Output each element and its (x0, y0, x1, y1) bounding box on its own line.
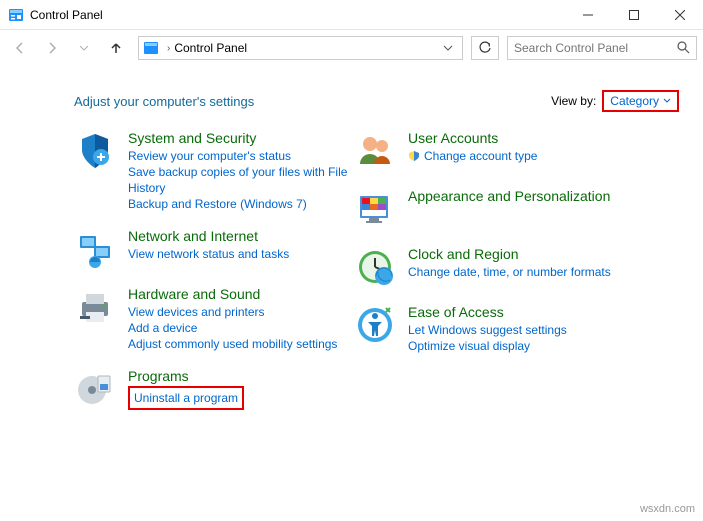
breadcrumb[interactable]: Control Panel (174, 41, 438, 55)
printer-icon (74, 286, 116, 328)
search-box[interactable] (507, 36, 697, 60)
content-header: Adjust your computer's settings View by:… (0, 90, 703, 112)
user-accounts-icon (354, 130, 396, 172)
category-link[interactable]: Review your computer's status (128, 148, 354, 164)
category-link[interactable]: Backup and Restore (Windows 7) (128, 196, 354, 212)
viewby-wrap: View by: Category (551, 90, 679, 112)
titlebar: Control Panel (0, 0, 703, 30)
address-bar[interactable]: › Control Panel (138, 36, 463, 60)
address-dropdown-icon[interactable] (438, 43, 458, 53)
maximize-button[interactable] (611, 0, 657, 30)
viewby-value: Category (610, 94, 659, 108)
appearance-icon (354, 188, 396, 230)
recent-button[interactable] (70, 34, 98, 62)
category-title[interactable]: Appearance and Personalization (408, 188, 634, 204)
highlighted-link: Uninstall a program (128, 386, 244, 410)
window-title: Control Panel (30, 8, 565, 22)
viewby-dropdown[interactable]: Category (602, 90, 679, 112)
category-link[interactable]: Change account type (424, 148, 537, 164)
category-ease-access: Ease of Access Let Windows suggest setti… (354, 304, 634, 354)
category-link[interactable]: Adjust commonly used mobility settings (128, 336, 354, 352)
category-link[interactable]: View network status and tasks (128, 246, 354, 262)
category-link[interactable]: Change date, time, or number formats (408, 264, 634, 280)
category-title[interactable]: Network and Internet (128, 228, 354, 244)
category-network: Network and Internet View network status… (74, 228, 354, 270)
category-link[interactable]: Optimize visual display (408, 338, 634, 354)
window-controls (565, 0, 703, 30)
up-button[interactable] (102, 34, 130, 62)
programs-icon (74, 368, 116, 410)
category-title[interactable]: Programs (128, 368, 354, 384)
category-user-accounts: User Accounts Change account type (354, 130, 634, 172)
ease-access-icon (354, 304, 396, 346)
breadcrumb-chevron-icon: › (167, 43, 170, 54)
back-button[interactable] (6, 34, 34, 62)
category-clock-region: Clock and Region Change date, time, or n… (354, 246, 634, 288)
forward-button[interactable] (38, 34, 66, 62)
watermark: wsxdn.com (640, 503, 695, 515)
category-appearance: Appearance and Personalization (354, 188, 634, 230)
category-system-security: System and Security Review your computer… (74, 130, 354, 212)
category-link[interactable]: View devices and printers (128, 304, 354, 320)
refresh-button[interactable] (471, 36, 499, 60)
category-title[interactable]: Ease of Access (408, 304, 634, 320)
search-input[interactable] (514, 41, 676, 55)
viewby-label: View by: (551, 94, 596, 108)
category-link[interactable]: Let Windows suggest settings (408, 322, 634, 338)
category-title[interactable]: User Accounts (408, 130, 634, 146)
navigation-bar: › Control Panel (0, 30, 703, 66)
category-link[interactable]: Add a device (128, 320, 354, 336)
category-hardware: Hardware and Sound View devices and prin… (74, 286, 354, 352)
clock-icon (354, 246, 396, 288)
shield-icon (74, 130, 116, 172)
minimize-button[interactable] (565, 0, 611, 30)
address-icon (143, 40, 159, 56)
category-programs: Programs Uninstall a program (74, 368, 354, 410)
categories: System and Security Review your computer… (0, 112, 703, 426)
search-icon[interactable] (676, 40, 690, 57)
category-title[interactable]: Clock and Region (408, 246, 634, 262)
control-panel-icon (8, 7, 24, 23)
network-icon (74, 228, 116, 270)
category-link[interactable]: Save backup copies of your files with Fi… (128, 164, 354, 196)
close-button[interactable] (657, 0, 703, 30)
chevron-down-icon (663, 97, 671, 105)
right-column: User Accounts Change account type Appear… (354, 130, 634, 426)
uac-shield-icon (408, 150, 420, 162)
uninstall-program-link[interactable]: Uninstall a program (134, 391, 238, 405)
category-title[interactable]: System and Security (128, 130, 354, 146)
category-title[interactable]: Hardware and Sound (128, 286, 354, 302)
page-title: Adjust your computer's settings (74, 94, 254, 109)
left-column: System and Security Review your computer… (74, 130, 354, 426)
